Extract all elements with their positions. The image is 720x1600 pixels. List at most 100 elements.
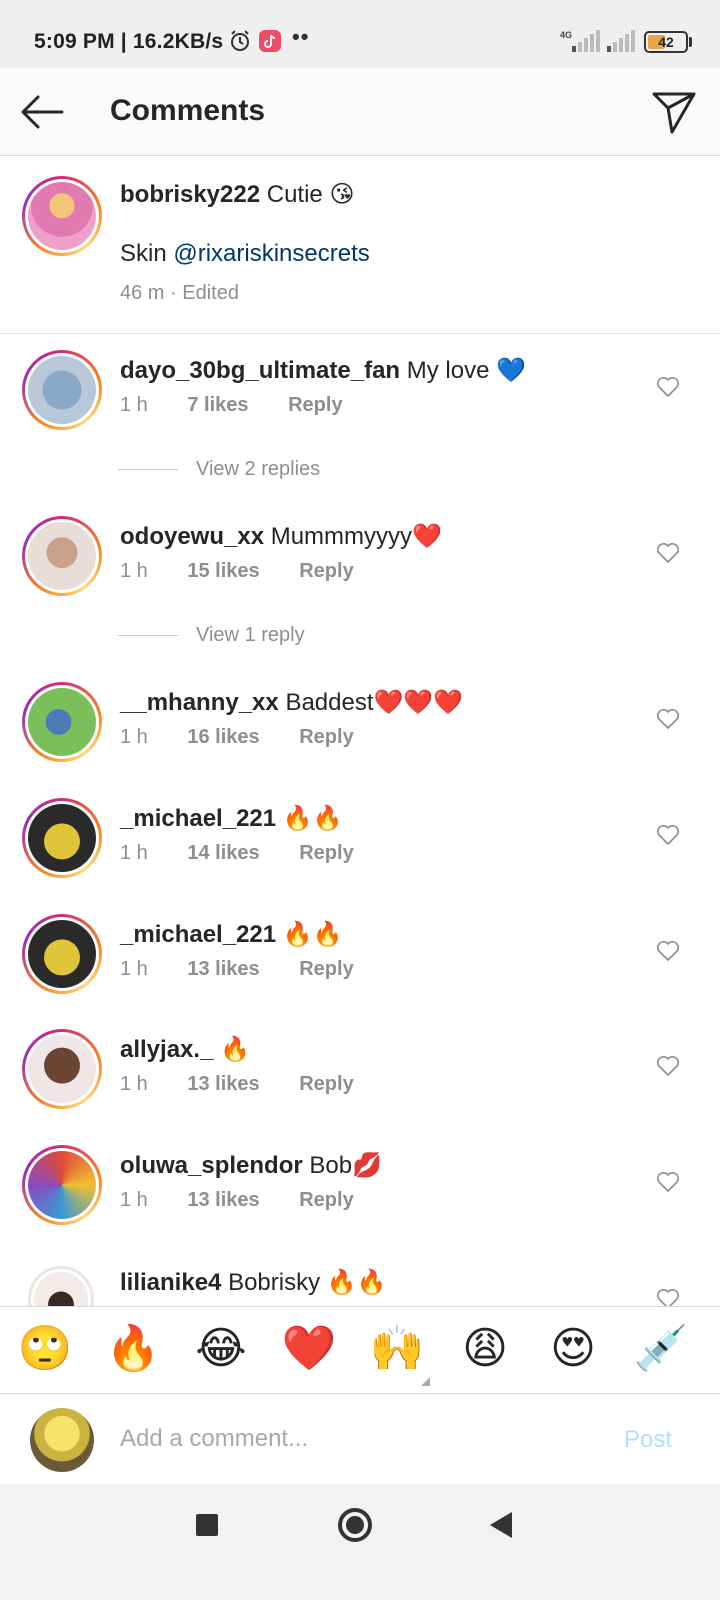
avatar[interactable]	[22, 798, 102, 878]
comment-likes[interactable]: 13 likes	[187, 1073, 259, 1095]
avatar[interactable]	[22, 914, 102, 994]
caption-prefix: Skin	[120, 240, 174, 267]
paper-plane-icon	[652, 92, 696, 134]
comment-item: lilianike4 Bobrisky 🔥🔥	[0, 1262, 720, 1306]
comment-likes[interactable]: 7 likes	[187, 394, 248, 416]
avatar[interactable]	[22, 1145, 102, 1225]
battery-icon: 42	[644, 31, 688, 53]
reply-button[interactable]: Reply	[299, 726, 353, 748]
comment-input[interactable]	[120, 1414, 600, 1464]
comment-username[interactable]: lilianike4	[120, 1269, 221, 1296]
avatar[interactable]	[22, 176, 102, 256]
comment-username[interactable]: __mhanny_xx	[120, 689, 279, 716]
avatar[interactable]	[22, 682, 102, 762]
comment-likes[interactable]: 13 likes	[187, 1189, 259, 1211]
comment-username[interactable]: oluwa_splendor	[120, 1152, 303, 1179]
back-button[interactable]	[18, 90, 66, 134]
avatar-image	[28, 1035, 96, 1103]
alarm-icon	[231, 30, 249, 51]
comment-meta: 1 h 14 likes Reply	[120, 842, 388, 865]
comment-item: dayo_30bg_ultimate_fan My love 💙 1 h 7 l…	[0, 350, 720, 460]
comment-username[interactable]: allyjax._	[120, 1036, 213, 1063]
reply-button[interactable]: Reply	[288, 394, 342, 416]
emoji-weary-button[interactable]: 😩	[457, 1323, 513, 1375]
comment-likes[interactable]: 13 likes	[187, 958, 259, 980]
heart-icon[interactable]	[656, 376, 680, 398]
emoji-laughing-button[interactable]: 😂	[193, 1323, 249, 1375]
reply-button[interactable]: Reply	[299, 958, 353, 980]
comment-item: oluwa_splendor Bob💋 1 h 13 likes Reply	[0, 1145, 720, 1255]
heart-icon[interactable]	[656, 824, 680, 846]
comment-meta: 1 h 16 likes Reply	[120, 726, 388, 749]
comment-meta: 1 h 13 likes Reply	[120, 958, 388, 981]
caption-mention-link[interactable]: @rixariskinsecrets	[173, 240, 369, 267]
reply-button[interactable]: Reply	[299, 1073, 353, 1095]
comment-username[interactable]: _michael_221	[120, 805, 276, 832]
avatar-image	[28, 1151, 96, 1219]
view-replies-link[interactable]: View 1 reply	[118, 624, 305, 647]
post-caption: bobrisky222 Cutie 😘 Skin @rixariskinsecr…	[0, 156, 720, 334]
avatar[interactable]	[22, 1029, 102, 1109]
emoji-fire-button[interactable]: 🔥	[105, 1323, 161, 1375]
comment-text: __mhanny_xx Baddest❤️❤️❤️	[120, 688, 463, 717]
heart-icon[interactable]	[656, 1055, 680, 1077]
replies-divider	[118, 469, 178, 471]
current-user-avatar	[30, 1408, 94, 1472]
recents-button[interactable]	[196, 1514, 218, 1536]
view-replies-link[interactable]: View 2 replies	[118, 458, 320, 481]
emoji-raised-hands-button[interactable]: 🙌	[369, 1323, 425, 1375]
caption-body: Cutie 😘	[266, 181, 355, 208]
comment-meta: 1 h 7 likes Reply	[120, 394, 377, 417]
emoji-eye-roll-button[interactable]: 🙄	[17, 1323, 73, 1375]
comment-body: My love 💙	[406, 357, 527, 384]
comment-likes[interactable]: 14 likes	[187, 842, 259, 864]
comment-time: 1 h	[120, 394, 148, 416]
heart-icon[interactable]	[656, 1288, 680, 1306]
caption-text: bobrisky222 Cutie 😘	[120, 180, 354, 209]
replies-divider	[118, 635, 178, 637]
comment-text: _michael_221 🔥🔥	[120, 920, 343, 949]
comment-item: _michael_221 🔥🔥 1 h 13 likes Reply	[0, 914, 720, 1024]
heart-icon[interactable]	[656, 1171, 680, 1193]
heart-icon[interactable]	[656, 940, 680, 962]
caption-meta: 46 m · Edited	[120, 282, 239, 304]
comment-item: allyjax._ 🔥 1 h 13 likes Reply	[0, 1029, 720, 1139]
comment-username[interactable]: odoyewu_xx	[120, 523, 264, 550]
comment-time: 1 h	[120, 560, 148, 582]
comment-item: odoyewu_xx Mummmyyyy❤️ 1 h 15 likes Repl…	[0, 516, 720, 626]
system-back-button[interactable]	[490, 1512, 512, 1538]
share-button[interactable]	[650, 88, 698, 136]
comment-time: 1 h	[120, 726, 148, 748]
header: Comments	[0, 68, 720, 156]
heart-icon[interactable]	[656, 542, 680, 564]
avatar[interactable]	[22, 516, 102, 596]
post-button[interactable]: Post	[624, 1426, 672, 1454]
avatar[interactable]	[22, 350, 102, 430]
comment-likes[interactable]: 15 likes	[187, 560, 259, 582]
heart-icon[interactable]	[656, 708, 680, 730]
system-nav-bar	[0, 1484, 720, 1600]
emoji-heart-eyes-button[interactable]: 😍	[545, 1323, 601, 1375]
comment-likes[interactable]: 16 likes	[187, 726, 259, 748]
comment-username[interactable]: _michael_221	[120, 921, 276, 948]
comment-time: 1 h	[120, 958, 148, 980]
status-bar: 5:09 PM | 16.2KB/s •• 4G 42	[0, 0, 720, 68]
avatar[interactable]	[28, 1266, 94, 1306]
network-type-label: 4G	[560, 30, 573, 40]
comment-time: 1 h	[120, 1073, 148, 1095]
comment-meta: 1 h 15 likes Reply	[120, 560, 388, 583]
reply-button[interactable]: Reply	[299, 1189, 353, 1211]
emoji-syringe-button[interactable]: 💉	[633, 1323, 689, 1375]
comment-username[interactable]: dayo_30bg_ultimate_fan	[120, 357, 400, 384]
emoji-heart-button[interactable]: ❤️	[281, 1323, 337, 1375]
avatar-image	[28, 920, 96, 988]
avatar-image	[28, 356, 96, 424]
caption-username[interactable]: bobrisky222	[120, 181, 260, 208]
comment-time: 1 h	[120, 842, 148, 864]
comment-body: 🔥🔥	[282, 805, 343, 832]
comment-body: Mummmyyyy❤️	[270, 523, 442, 550]
home-button[interactable]	[338, 1508, 372, 1542]
signal-icon	[572, 30, 600, 52]
reply-button[interactable]: Reply	[299, 842, 353, 864]
reply-button[interactable]: Reply	[299, 560, 353, 582]
